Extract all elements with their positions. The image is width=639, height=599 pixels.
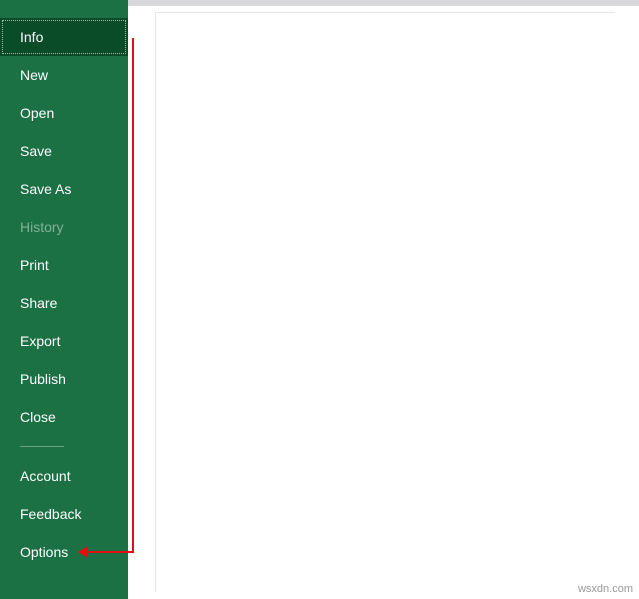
menu-item-print[interactable]: Print bbox=[0, 246, 128, 284]
menu-item-close[interactable]: Close bbox=[0, 398, 128, 436]
title-bar-strip bbox=[128, 0, 639, 6]
menu-divider bbox=[20, 446, 64, 447]
backstage-content bbox=[155, 12, 615, 592]
watermark-text: wsxdn.com bbox=[578, 583, 633, 595]
menu-item-export[interactable]: Export bbox=[0, 322, 128, 360]
menu-item-new[interactable]: New bbox=[0, 56, 128, 94]
menu-item-history: History bbox=[0, 208, 128, 246]
menu-item-account[interactable]: Account bbox=[0, 457, 128, 495]
backstage-sidebar: Info New Open Save Save As History Print… bbox=[0, 0, 128, 599]
menu-item-open[interactable]: Open bbox=[0, 94, 128, 132]
menu-item-save-as[interactable]: Save As bbox=[0, 170, 128, 208]
menu-item-share[interactable]: Share bbox=[0, 284, 128, 322]
menu-item-save[interactable]: Save bbox=[0, 132, 128, 170]
menu-item-feedback[interactable]: Feedback bbox=[0, 495, 128, 533]
menu-item-options[interactable]: Options bbox=[0, 533, 128, 571]
menu-item-publish[interactable]: Publish bbox=[0, 360, 128, 398]
menu-item-info[interactable]: Info bbox=[0, 18, 128, 56]
